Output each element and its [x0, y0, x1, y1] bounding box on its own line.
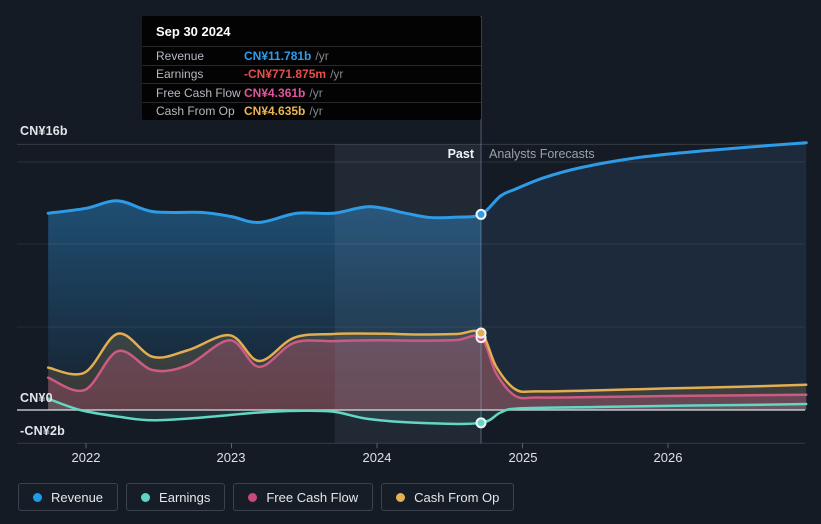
legend-item-earnings[interactable]: Earnings	[126, 483, 226, 511]
tooltip-suffix: /yr	[330, 67, 344, 82]
tooltip-label: Cash From Op	[156, 104, 235, 119]
legend-item-cash-from-op[interactable]: Cash From Op	[381, 483, 515, 511]
tooltip-suffix: /yr	[309, 104, 323, 119]
chart-tooltip: Sep 30 2024 Revenue CN¥11.781b /yr Earni…	[142, 16, 481, 120]
tooltip-value: CN¥11.781b	[244, 48, 312, 63]
legend-label: Cash From Op	[414, 489, 500, 505]
tooltip-value: -CN¥771.875m	[244, 67, 327, 82]
cash-from-op-dot-icon	[396, 492, 406, 502]
x-tick-2025: 2025	[508, 450, 538, 465]
free-cash-flow-dot-icon	[248, 492, 258, 502]
x-tick-2024: 2024	[362, 450, 392, 465]
y-axis-label-16b: CN¥16b	[20, 124, 68, 138]
legend-label: Revenue	[51, 489, 104, 505]
revenue-dot-icon	[33, 492, 42, 502]
tooltip-row-cash-from-op: Cash From Op CN¥4.635b /yr	[142, 101, 481, 121]
analysts-forecasts-label: Analysts Forecasts	[489, 147, 595, 161]
tooltip-row-free-cash-flow: Free Cash Flow CN¥4.361b /yr	[142, 83, 481, 102]
tooltip-label: Revenue	[156, 48, 205, 63]
tooltip-value: CN¥4.635b	[244, 104, 306, 119]
legend-label: Earnings	[159, 489, 211, 505]
x-tick-2022: 2022	[71, 450, 101, 465]
tooltip-row-revenue: Revenue CN¥11.781b /yr	[142, 46, 481, 65]
tooltip-value: CN¥4.361b	[244, 85, 306, 100]
chart-legend: Revenue Earnings Free Cash Flow Cash Fro…	[18, 483, 515, 511]
y-axis-label-neg2b: -CN¥2b	[20, 424, 65, 438]
legend-item-free-cash-flow[interactable]: Free Cash Flow	[233, 483, 374, 511]
tooltip-suffix: /yr	[309, 85, 323, 100]
past-label: Past	[447, 147, 474, 161]
earnings-revenue-chart: CN¥16b CN¥0 -CN¥2b Past Analysts Forecas…	[0, 0, 821, 524]
x-tick-2023: 2023	[216, 450, 246, 465]
x-tick-2026: 2026	[653, 450, 683, 465]
tooltip-row-earnings: Earnings -CN¥771.875m /yr	[142, 64, 481, 84]
legend-item-revenue[interactable]: Revenue	[18, 483, 119, 511]
tooltip-label: Earnings	[156, 67, 204, 82]
y-axis-label-0: CN¥0	[20, 391, 53, 405]
tooltip-date: Sep 30 2024	[156, 24, 231, 39]
tooltip-suffix: /yr	[315, 48, 329, 63]
earnings-dot-icon	[141, 492, 151, 502]
legend-label: Free Cash Flow	[266, 489, 359, 505]
tooltip-label: Free Cash Flow	[156, 85, 241, 100]
